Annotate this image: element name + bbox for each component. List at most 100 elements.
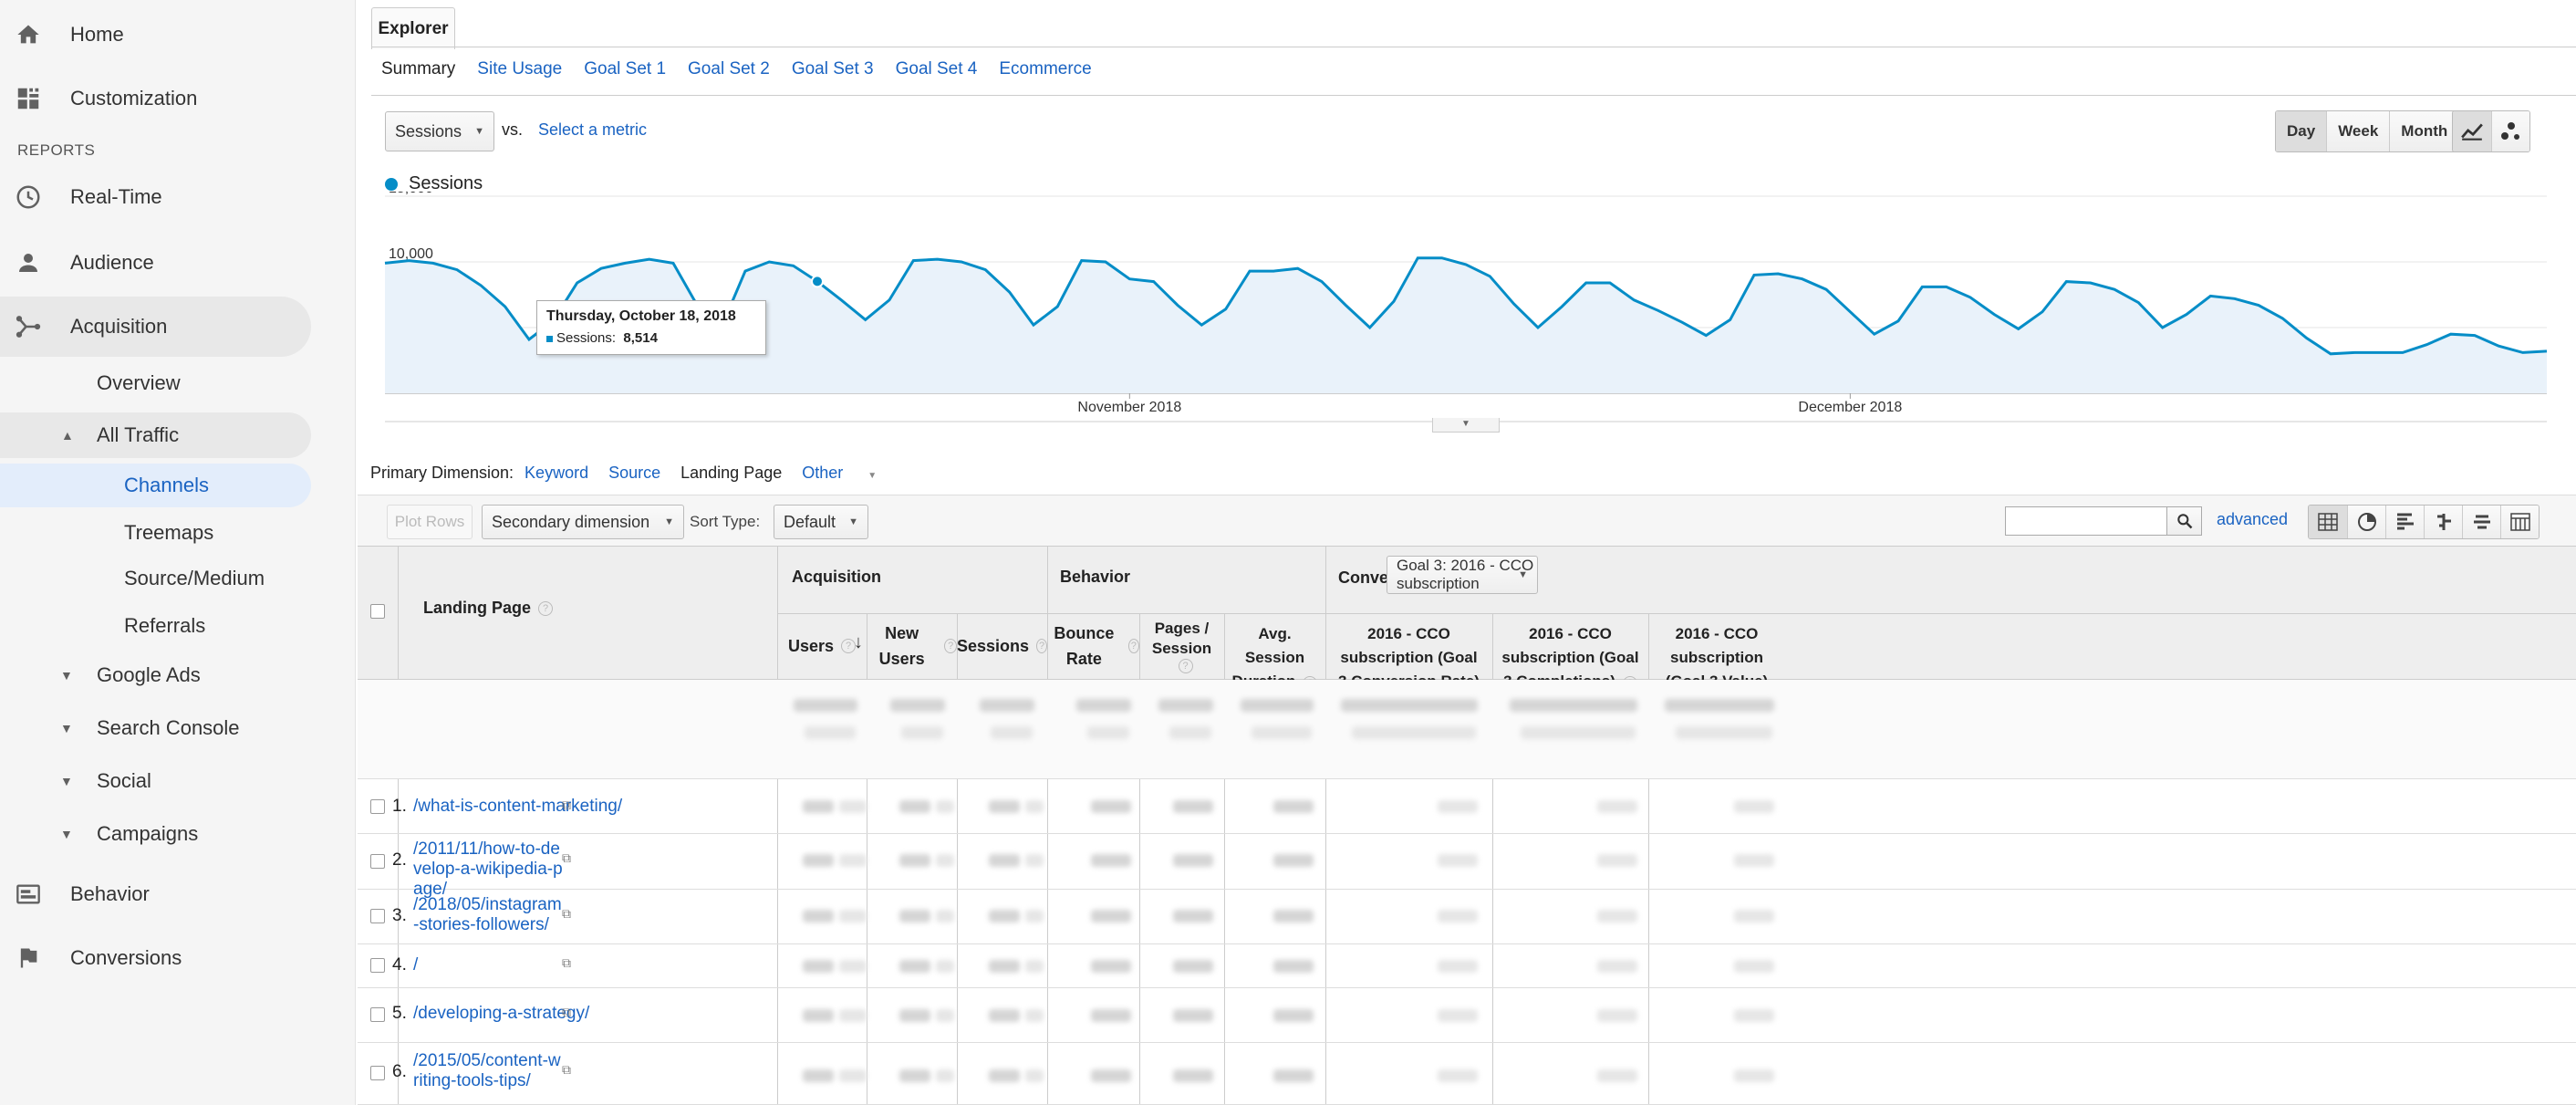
line-chart-button[interactable] bbox=[2453, 111, 2491, 151]
help-icon[interactable]: ? bbox=[944, 639, 957, 653]
help-icon[interactable]: ? bbox=[1036, 639, 1047, 653]
search-button[interactable] bbox=[2167, 506, 2202, 536]
sort-type-select[interactable]: Default ▼ bbox=[774, 505, 868, 539]
cell-value-redacted bbox=[1173, 1069, 1213, 1082]
sidebar-item-home[interactable]: Home bbox=[0, 3, 355, 67]
cell-value-redacted bbox=[1173, 854, 1213, 867]
period-month-button[interactable]: Month bbox=[2389, 111, 2459, 151]
sidebar-item-overview[interactable]: Overview bbox=[0, 365, 355, 401]
clock-icon bbox=[13, 182, 44, 213]
sidebar-item-realtime[interactable]: Real-Time bbox=[0, 165, 355, 229]
landing-page-link[interactable]: / bbox=[413, 955, 418, 975]
col-bounce-rate[interactable]: Bounce Rate? bbox=[1047, 613, 1139, 679]
external-link-icon[interactable]: ⧉ bbox=[562, 1062, 571, 1078]
sidebar-item-conversions[interactable]: Conversions bbox=[0, 926, 355, 990]
subtab-site-usage[interactable]: Site Usage bbox=[477, 59, 562, 79]
row-checkbox[interactable] bbox=[370, 958, 385, 973]
cell-value-redacted bbox=[989, 1069, 1020, 1082]
col-conversion-rate[interactable]: 2016 - CCO subscription (Goal 3 Conversi… bbox=[1325, 613, 1492, 714]
col-new-users[interactable]: New Users? bbox=[867, 613, 957, 679]
external-link-icon[interactable]: ⧉ bbox=[562, 797, 571, 813]
sidebar-item-audience[interactable]: Audience bbox=[0, 231, 355, 295]
plot-rows-button[interactable]: Plot Rows bbox=[387, 505, 473, 539]
col-completions[interactable]: 2016 - CCO subscription (Goal 3 Completi… bbox=[1492, 613, 1648, 691]
select-all-checkbox[interactable] bbox=[370, 604, 385, 619]
view-pivot-button[interactable] bbox=[2500, 506, 2539, 538]
sidebar-item-channels[interactable]: Channels bbox=[0, 464, 311, 507]
sidebar-item-google-ads[interactable]: ▼ Google Ads bbox=[0, 657, 355, 693]
period-week-button[interactable]: Week bbox=[2326, 111, 2390, 151]
subtab-ecommerce[interactable]: Ecommerce bbox=[999, 59, 1091, 79]
secondary-dimension-select[interactable]: Secondary dimension ▼ bbox=[482, 505, 684, 539]
col-landing-page[interactable]: Landing Page? bbox=[423, 599, 554, 618]
external-link-icon[interactable]: ⧉ bbox=[562, 1005, 571, 1020]
sidebar-item-source-medium[interactable]: Source/Medium bbox=[0, 560, 355, 597]
view-term-cloud-button[interactable] bbox=[2462, 506, 2500, 538]
period-day-button[interactable]: Day bbox=[2276, 111, 2327, 151]
col-sessions[interactable]: Sessions? bbox=[957, 613, 1047, 679]
subtab-goal-set-3[interactable]: Goal Set 3 bbox=[792, 59, 874, 79]
landing-page-link[interactable]: /2011/11/how-to-develop-a-wikipedia-page… bbox=[413, 839, 565, 900]
dimension-source[interactable]: Source bbox=[608, 464, 660, 483]
sidebar-item-campaigns[interactable]: ▼ Campaigns bbox=[0, 816, 355, 852]
total-subvalue-redacted bbox=[805, 726, 856, 739]
comparison-icon bbox=[2436, 514, 2451, 530]
goal-select[interactable]: Goal 3: 2016 - CCO subscription ▼ bbox=[1387, 556, 1538, 594]
sidebar-item-acquisition[interactable]: Acquisition bbox=[0, 297, 311, 357]
col-goal-value[interactable]: 2016 - CCO subscription (Goal 3 Value)? bbox=[1648, 613, 1785, 714]
subtab-goal-set-4[interactable]: Goal Set 4 bbox=[896, 59, 978, 79]
cell-value-redacted bbox=[1438, 960, 1478, 973]
landing-page-link[interactable]: /what-is-content-marketing/ bbox=[413, 797, 622, 817]
sidebar-item-all-traffic[interactable]: ▲ All Traffic bbox=[0, 412, 311, 458]
metric-select[interactable]: Sessions ▼ bbox=[385, 111, 494, 151]
dimension-keyword[interactable]: Keyword bbox=[525, 464, 588, 483]
external-link-icon[interactable]: ⧉ bbox=[562, 906, 571, 922]
view-comparison-button[interactable] bbox=[2424, 506, 2462, 538]
sidebar-item-label: All Traffic bbox=[97, 423, 180, 446]
subtab-goal-set-2[interactable]: Goal Set 2 bbox=[688, 59, 770, 79]
sidebar-item-social[interactable]: ▼ Social bbox=[0, 763, 355, 799]
motion-chart-button[interactable] bbox=[2491, 111, 2529, 151]
row-checkbox[interactable] bbox=[370, 854, 385, 869]
select-metric-link[interactable]: Select a metric bbox=[538, 120, 647, 140]
sidebar-item-referrals[interactable]: Referrals bbox=[0, 608, 355, 644]
advanced-filter-link[interactable]: advanced bbox=[2217, 510, 2288, 529]
help-icon[interactable]: ? bbox=[1127, 639, 1139, 653]
sidebar-item-search-console[interactable]: ▼ Search Console bbox=[0, 710, 355, 746]
view-data-button[interactable] bbox=[2309, 506, 2347, 538]
divider bbox=[358, 987, 2576, 988]
external-link-icon[interactable]: ⧉ bbox=[562, 955, 571, 971]
sidebar-item-label: Referrals bbox=[124, 614, 206, 637]
tab-explorer[interactable]: Explorer bbox=[371, 7, 455, 49]
row-checkbox[interactable] bbox=[370, 799, 385, 814]
sidebar-item-treemaps[interactable]: Treemaps bbox=[0, 515, 355, 551]
col-pages-session[interactable]: Pages / Session? bbox=[1139, 613, 1224, 679]
subtab-goal-set-1[interactable]: Goal Set 1 bbox=[584, 59, 666, 79]
row-checkbox[interactable] bbox=[370, 1066, 385, 1080]
help-icon[interactable]: ? bbox=[538, 600, 554, 616]
cell-value-redacted bbox=[1734, 854, 1774, 867]
row-checkbox[interactable] bbox=[370, 1007, 385, 1022]
search-icon bbox=[2176, 514, 2192, 529]
view-percentage-button[interactable] bbox=[2347, 506, 2385, 538]
table-search-input[interactable] bbox=[2005, 506, 2167, 536]
landing-page-link[interactable]: /2015/05/content-writing-tools-tips/ bbox=[413, 1051, 565, 1091]
subtab-summary[interactable]: Summary bbox=[381, 59, 455, 79]
cell-subvalue-redacted bbox=[1025, 1069, 1044, 1082]
landing-page-link[interactable]: /2018/05/instagram-stories-followers/ bbox=[413, 895, 565, 935]
view-performance-button[interactable] bbox=[2385, 506, 2424, 538]
explorer-subtabs: Summary Site Usage Goal Set 1 Goal Set 2… bbox=[381, 59, 1092, 79]
total-value-redacted bbox=[1341, 699, 1478, 712]
col-avg-duration[interactable]: Avg. Session Duration? bbox=[1224, 613, 1325, 691]
row-checkbox[interactable] bbox=[370, 909, 385, 923]
collapse-chart-button[interactable]: ▼ bbox=[1432, 418, 1500, 433]
sidebar-item-customization[interactable]: Customization bbox=[0, 67, 355, 130]
col-users[interactable]: Users? ↓ bbox=[777, 613, 867, 679]
cell-value-redacted bbox=[989, 854, 1020, 867]
sidebar-item-behavior[interactable]: Behavior bbox=[0, 862, 355, 926]
dimension-landing-page[interactable]: Landing Page bbox=[680, 464, 782, 483]
dimension-other[interactable]: Other ▼ bbox=[802, 464, 897, 483]
external-link-icon[interactable]: ⧉ bbox=[562, 850, 571, 866]
help-icon[interactable]: ? bbox=[1178, 659, 1193, 673]
total-value-redacted bbox=[1076, 699, 1131, 712]
